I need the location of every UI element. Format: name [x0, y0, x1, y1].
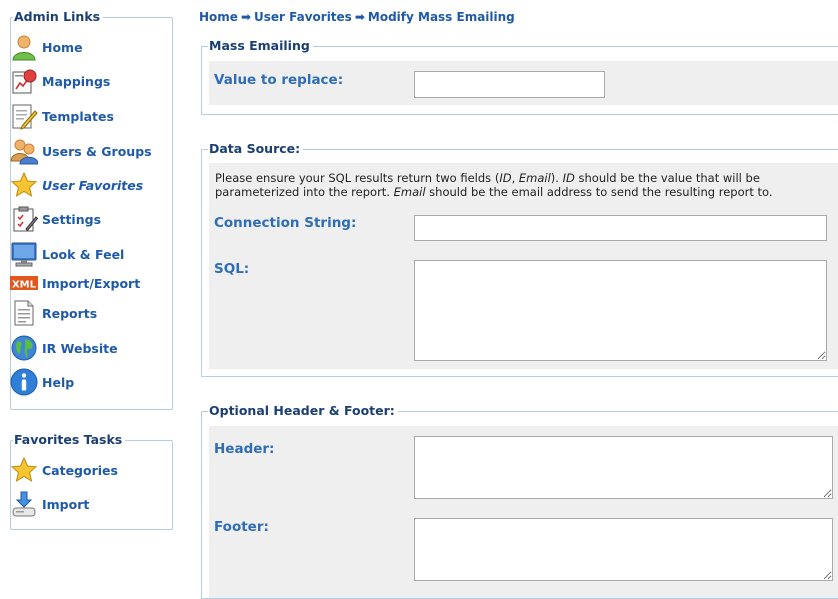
users-groups-icon: [10, 137, 38, 165]
nav-reports[interactable]: Reports: [10, 298, 97, 328]
star-icon: [10, 456, 38, 484]
value-to-replace-input[interactable]: [414, 71, 605, 98]
breadcrumb-current: Modify Mass Emailing: [367, 10, 515, 24]
footer-label: Footer:: [214, 519, 269, 535]
mass-emailing-legend: Mass Emailing: [208, 39, 313, 53]
nav-user-favorites[interactable]: User Favorites: [10, 170, 143, 200]
globe-icon: [10, 334, 38, 362]
header-footer-fieldset: Header: Footer:: [201, 411, 838, 599]
admin-links-title: Admin Links: [13, 10, 104, 24]
data-source-fieldset: Please ensure your SQL results return tw…: [201, 149, 838, 377]
breadcrumb-separator: ➡: [354, 10, 365, 24]
info-icon: [10, 368, 38, 396]
monitor-icon: [10, 240, 38, 268]
value-to-replace-label: Value to replace:: [214, 72, 344, 88]
nav-mappings[interactable]: Mappings: [10, 66, 110, 96]
sql-label: SQL:: [214, 261, 250, 277]
nav-look-feel[interactable]: Look & Feel: [10, 239, 124, 269]
nav-help[interactable]: Help: [10, 367, 74, 397]
nav-ir-website[interactable]: IR Website: [10, 333, 118, 363]
svg-text:XML: XML: [12, 280, 37, 291]
xml-icon: XML: [10, 269, 38, 297]
task-categories[interactable]: Categories: [10, 455, 118, 485]
connection-string-label: Connection String:: [214, 215, 357, 231]
sql-textarea[interactable]: [414, 260, 827, 361]
footer-textarea[interactable]: [414, 518, 833, 581]
breadcrumb: Home ➡ User Favorites ➡ Modify Mass Emailing: [199, 10, 515, 24]
favorites-tasks-title: Favorites Tasks: [13, 433, 126, 447]
settings-icon: [10, 205, 38, 233]
star-icon: [10, 171, 38, 199]
data-source-legend: Data Source:: [208, 142, 304, 156]
report-icon: [10, 299, 38, 327]
nav-settings[interactable]: Settings: [10, 204, 101, 234]
import-icon: [10, 490, 38, 518]
user-icon: [10, 33, 38, 61]
nav-users-groups[interactable]: Users & Groups: [10, 136, 152, 166]
nav-import-export[interactable]: XML Import/Export: [10, 268, 140, 298]
breadcrumb-user-favorites[interactable]: User Favorites: [254, 10, 352, 24]
data-source-note: Please ensure your SQL results return tw…: [215, 171, 773, 199]
header-footer-legend: Optional Header & Footer:: [208, 404, 398, 418]
nav-home[interactable]: Home: [10, 32, 83, 62]
connection-string-input[interactable]: [414, 215, 827, 241]
breadcrumb-separator: ➡: [240, 10, 251, 24]
breadcrumb-home[interactable]: Home: [199, 10, 238, 24]
nav-templates[interactable]: Templates: [10, 101, 114, 131]
header-textarea[interactable]: [414, 436, 833, 499]
task-import[interactable]: Import: [10, 489, 89, 519]
templates-icon: [10, 102, 38, 130]
mass-emailing-fieldset: Value to replace:: [201, 46, 838, 115]
mappings-icon: [10, 67, 38, 95]
header-label: Header:: [214, 441, 275, 457]
